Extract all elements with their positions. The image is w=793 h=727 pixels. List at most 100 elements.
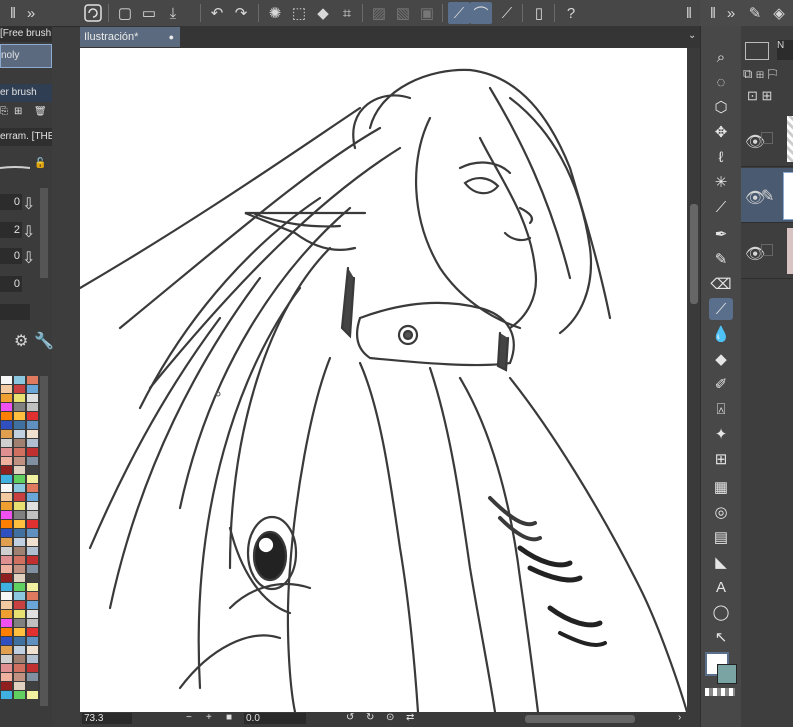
settings-icon[interactable]: ⚙ <box>14 331 28 351</box>
double-chevron-icon[interactable]: » <box>720 2 742 24</box>
3d-object-icon[interactable]: ⬡ <box>709 96 733 118</box>
zoom-tool-icon[interactable]: ⌕ <box>709 46 733 68</box>
color-swatch[interactable] <box>1 529 12 537</box>
color-swatch[interactable] <box>1 520 12 528</box>
color-swatch[interactable] <box>1 502 12 510</box>
color-swatch[interactable] <box>1 466 12 474</box>
move-tool-icon[interactable]: ✥ <box>709 121 733 143</box>
color-swatch[interactable] <box>27 466 38 474</box>
airbrush-icon[interactable]: ✐ <box>709 373 733 395</box>
ruler-icon[interactable]: ◣ <box>709 551 733 573</box>
color-swatch[interactable] <box>27 664 38 672</box>
stamp-icon[interactable]: ⍓ <box>709 398 733 420</box>
checkbox[interactable] <box>761 132 773 144</box>
flip-icon[interactable]: ⇄ <box>406 712 414 723</box>
color-swatch[interactable] <box>1 511 12 519</box>
save-icon[interactable]: ⤓ <box>162 2 184 24</box>
color-swatch[interactable] <box>1 655 12 663</box>
color-set-palette[interactable] <box>0 372 40 712</box>
rotation-value[interactable]: 0.0 <box>244 713 306 724</box>
stabilizer-icon[interactable]: ⟋ <box>448 2 470 24</box>
layers-icon[interactable]: ◈ <box>768 2 790 24</box>
color-swatch[interactable] <box>27 421 38 429</box>
hide-selection-icon[interactable]: ▨ <box>368 2 390 24</box>
trash-icon[interactable]: 🗑 <box>34 106 47 117</box>
color-swatch[interactable] <box>27 574 38 582</box>
document-tab[interactable]: Ilustración* ● <box>80 27 180 47</box>
scrollbar-thumb[interactable] <box>690 204 698 304</box>
color-swatch[interactable] <box>14 601 25 609</box>
new-file-icon[interactable]: ▢ <box>114 2 136 24</box>
pencil-tool-icon[interactable]: ✎ <box>709 248 733 270</box>
smartphone-icon[interactable]: ▯ <box>528 2 550 24</box>
color-swatch[interactable] <box>14 628 25 636</box>
help-icon[interactable]: ? <box>560 2 582 24</box>
download-icon[interactable]: ⇩ <box>22 222 35 242</box>
magic-wand-icon[interactable]: ✳ <box>709 171 733 193</box>
vertical-scrollbar[interactable] <box>688 48 700 712</box>
color-swatch[interactable] <box>1 484 12 492</box>
opacity-box[interactable]: N <box>777 40 793 60</box>
color-swatch[interactable] <box>1 412 12 420</box>
color-swatch[interactable] <box>27 691 38 699</box>
color-swatch[interactable] <box>27 457 38 465</box>
color-swatch[interactable] <box>14 502 25 510</box>
color-swatch[interactable] <box>1 619 12 627</box>
crop-icon[interactable]: ⌗ <box>336 2 358 24</box>
wrench-icon[interactable]: 🔧 <box>34 331 54 351</box>
brush-item-selected[interactable]: noly <box>0 44 52 68</box>
color-swatch[interactable] <box>14 466 25 474</box>
gradient-icon[interactable]: ▦ <box>709 476 733 498</box>
color-swatch[interactable] <box>27 502 38 510</box>
zoom-in-icon[interactable]: + <box>206 712 212 723</box>
color-swatch[interactable] <box>27 412 38 420</box>
lasso-tool-icon[interactable]: ℓ <box>709 146 733 168</box>
rotate-right-icon[interactable]: ↻ <box>366 712 374 723</box>
color-swatch[interactable] <box>14 412 25 420</box>
decoration-icon[interactable]: ✦ <box>709 423 733 445</box>
color-swatch[interactable] <box>14 592 25 600</box>
color-swatch[interactable] <box>27 619 38 627</box>
color-swatch[interactable] <box>27 565 38 573</box>
color-swatch[interactable] <box>27 583 38 591</box>
app-logo-icon[interactable] <box>82 2 104 24</box>
color-swatch[interactable] <box>1 583 12 591</box>
color-swatch[interactable] <box>14 475 25 483</box>
transparent-color-icon[interactable] <box>705 688 735 696</box>
color-swatch[interactable] <box>1 448 12 456</box>
color-swatch[interactable] <box>27 646 38 654</box>
color-swatch[interactable] <box>14 664 25 672</box>
undo-icon[interactable]: ↶ <box>206 2 228 24</box>
color-swatch[interactable] <box>1 394 12 402</box>
color-swatch[interactable] <box>27 475 38 483</box>
color-swatch[interactable] <box>14 547 25 555</box>
transform-icon[interactable]: ⬚ <box>288 2 310 24</box>
reference-icon[interactable]: ⚐ <box>768 66 777 81</box>
clear-icon[interactable]: ▧ <box>392 2 414 24</box>
brush-item[interactable]: er brush <box>0 84 52 102</box>
reset-rotation-icon[interactable]: ⊙ <box>386 712 394 723</box>
color-swatch[interactable] <box>1 601 12 609</box>
operation-tool-icon[interactable]: ◌ <box>709 71 733 93</box>
color-swatch[interactable] <box>1 556 12 564</box>
color-swatch[interactable] <box>14 655 25 663</box>
checkbox[interactable] <box>761 244 773 256</box>
color-swatch[interactable] <box>27 529 38 537</box>
color-swatch[interactable] <box>27 385 38 393</box>
color-swatch[interactable] <box>1 574 12 582</box>
loading-icon[interactable]: ✺ <box>264 2 286 24</box>
color-swatch[interactable] <box>1 493 12 501</box>
color-swatch[interactable] <box>14 493 25 501</box>
color-swatch[interactable] <box>1 673 12 681</box>
color-swatch[interactable] <box>14 448 25 456</box>
color-swatch[interactable] <box>1 637 12 645</box>
color-swatch[interactable] <box>27 538 38 546</box>
horizontal-scroll-thumb[interactable] <box>525 715 635 723</box>
new-folder-icon[interactable]: ⊞ <box>762 88 773 103</box>
figure-icon[interactable]: ◎ <box>709 501 733 523</box>
layer-row[interactable]: 👁 <box>741 112 793 167</box>
stabilization-value[interactable]: 0 <box>0 248 22 264</box>
color-swatch[interactable] <box>27 376 38 384</box>
balloon-icon[interactable]: ◯ <box>709 601 733 623</box>
opacity-value[interactable]: 2 <box>0 222 22 238</box>
